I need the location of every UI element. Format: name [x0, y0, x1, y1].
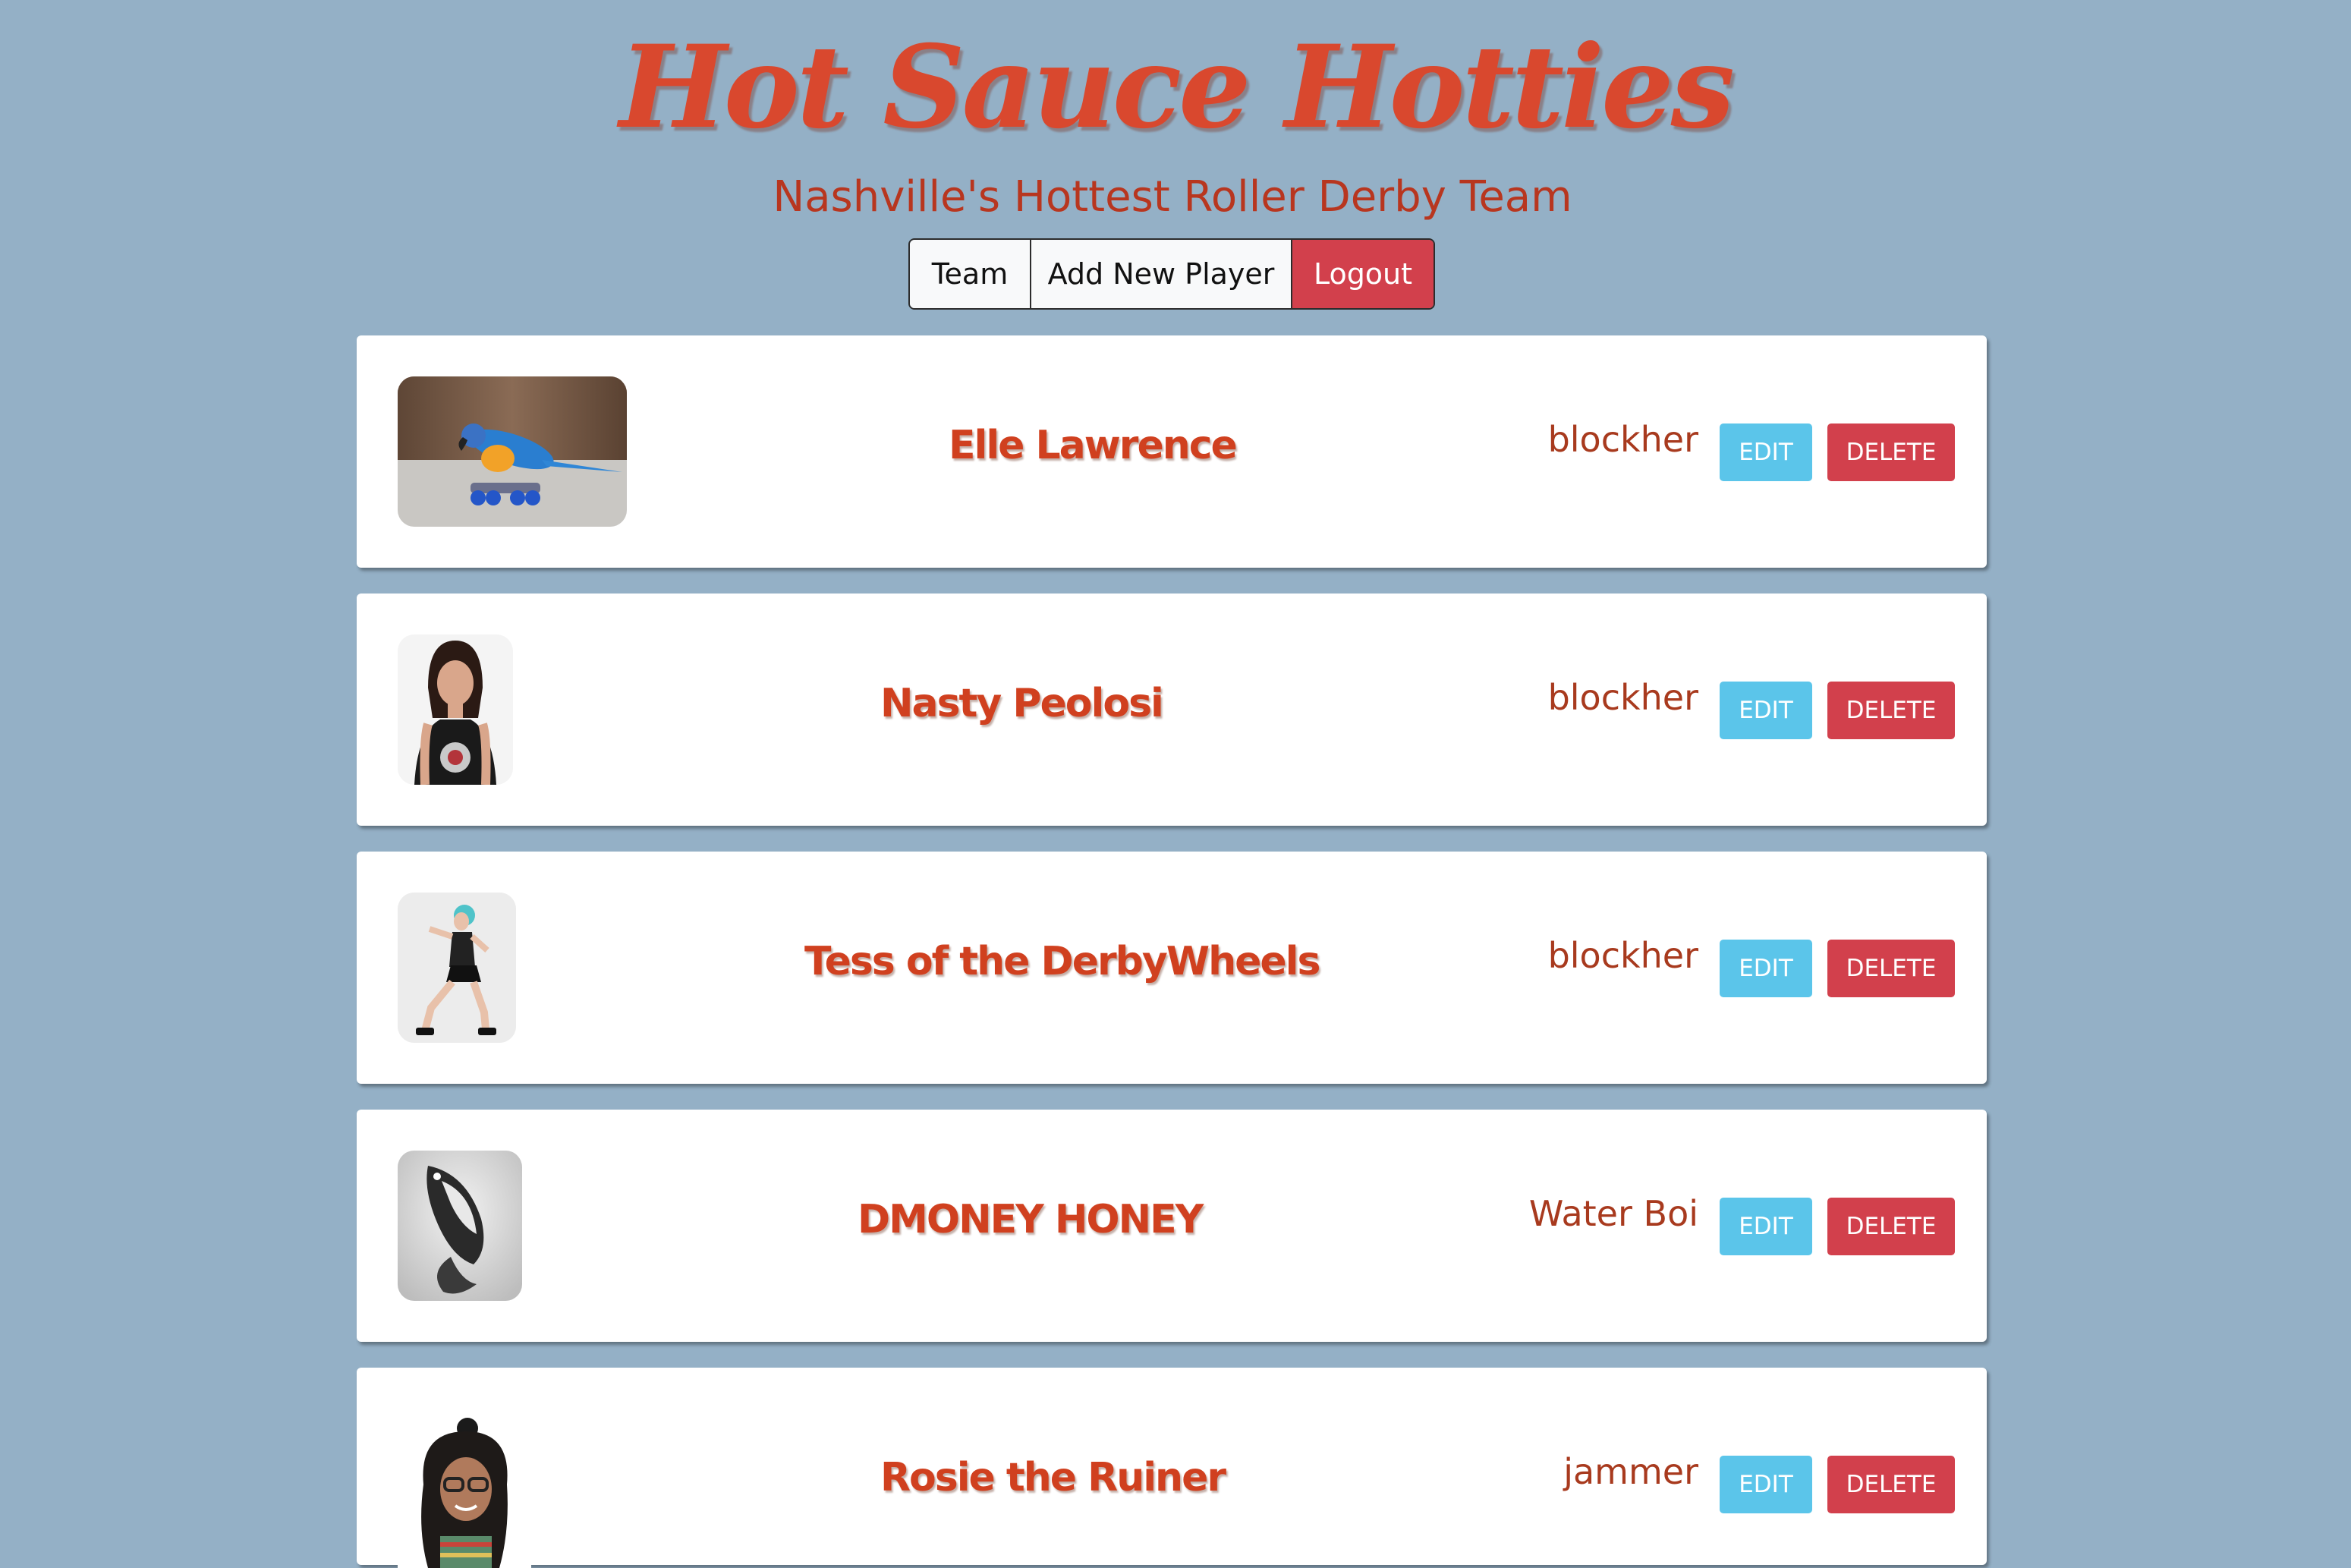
player-position: blockher — [1547, 419, 1698, 460]
player-card: Tess of the DerbyWheels blockher EDIT DE… — [357, 852, 1987, 1084]
player-photo — [398, 893, 516, 1043]
player-name: DMONEY HONEY — [858, 1197, 1204, 1242]
player-name: Tess of the DerbyWheels — [804, 939, 1320, 984]
player-photo — [398, 1409, 531, 1568]
player-card: Rosie the Ruiner jammer EDIT DELETE — [357, 1368, 1987, 1568]
player-card: Elle Lawrence blockher EDIT DELETE — [357, 335, 1987, 568]
player-name: Rosie the Ruiner — [880, 1455, 1226, 1500]
player-position: jammer — [1563, 1451, 1698, 1492]
player-photo — [398, 634, 513, 785]
player-card: DMONEY HONEY Water Boi EDIT DELETE — [357, 1110, 1987, 1342]
nav-button-group: Team Add New Player Logout — [908, 238, 1435, 310]
logout-button[interactable]: Logout — [1292, 240, 1434, 308]
delete-button[interactable]: DELETE — [1827, 940, 1955, 997]
player-photo — [398, 1151, 522, 1301]
edit-button[interactable]: EDIT — [1720, 1198, 1812, 1255]
player-position: Water Boi — [1528, 1193, 1698, 1234]
brand-title: Hot Sauce Hotties — [618, 20, 1735, 154]
edit-button[interactable]: EDIT — [1720, 423, 1812, 481]
player-card: Nasty Peolosi blockher EDIT DELETE — [357, 594, 1987, 826]
player-position: blockher — [1547, 935, 1698, 976]
player-photo — [398, 376, 627, 527]
player-name: Elle Lawrence — [949, 423, 1238, 468]
edit-button[interactable]: EDIT — [1720, 1456, 1812, 1513]
add-new-player-button[interactable]: Add New Player — [1031, 240, 1292, 308]
edit-button[interactable]: EDIT — [1720, 940, 1812, 997]
delete-button[interactable]: DELETE — [1827, 423, 1955, 481]
delete-button[interactable]: DELETE — [1827, 1198, 1955, 1255]
player-name: Nasty Peolosi — [880, 681, 1164, 726]
delete-button[interactable]: DELETE — [1827, 682, 1955, 739]
tagline: Nashville's Hottest Roller Derby Team — [773, 172, 1572, 222]
player-position: blockher — [1547, 677, 1698, 718]
edit-button[interactable]: EDIT — [1720, 682, 1812, 739]
team-button[interactable]: Team — [910, 240, 1031, 308]
delete-button[interactable]: DELETE — [1827, 1456, 1955, 1513]
